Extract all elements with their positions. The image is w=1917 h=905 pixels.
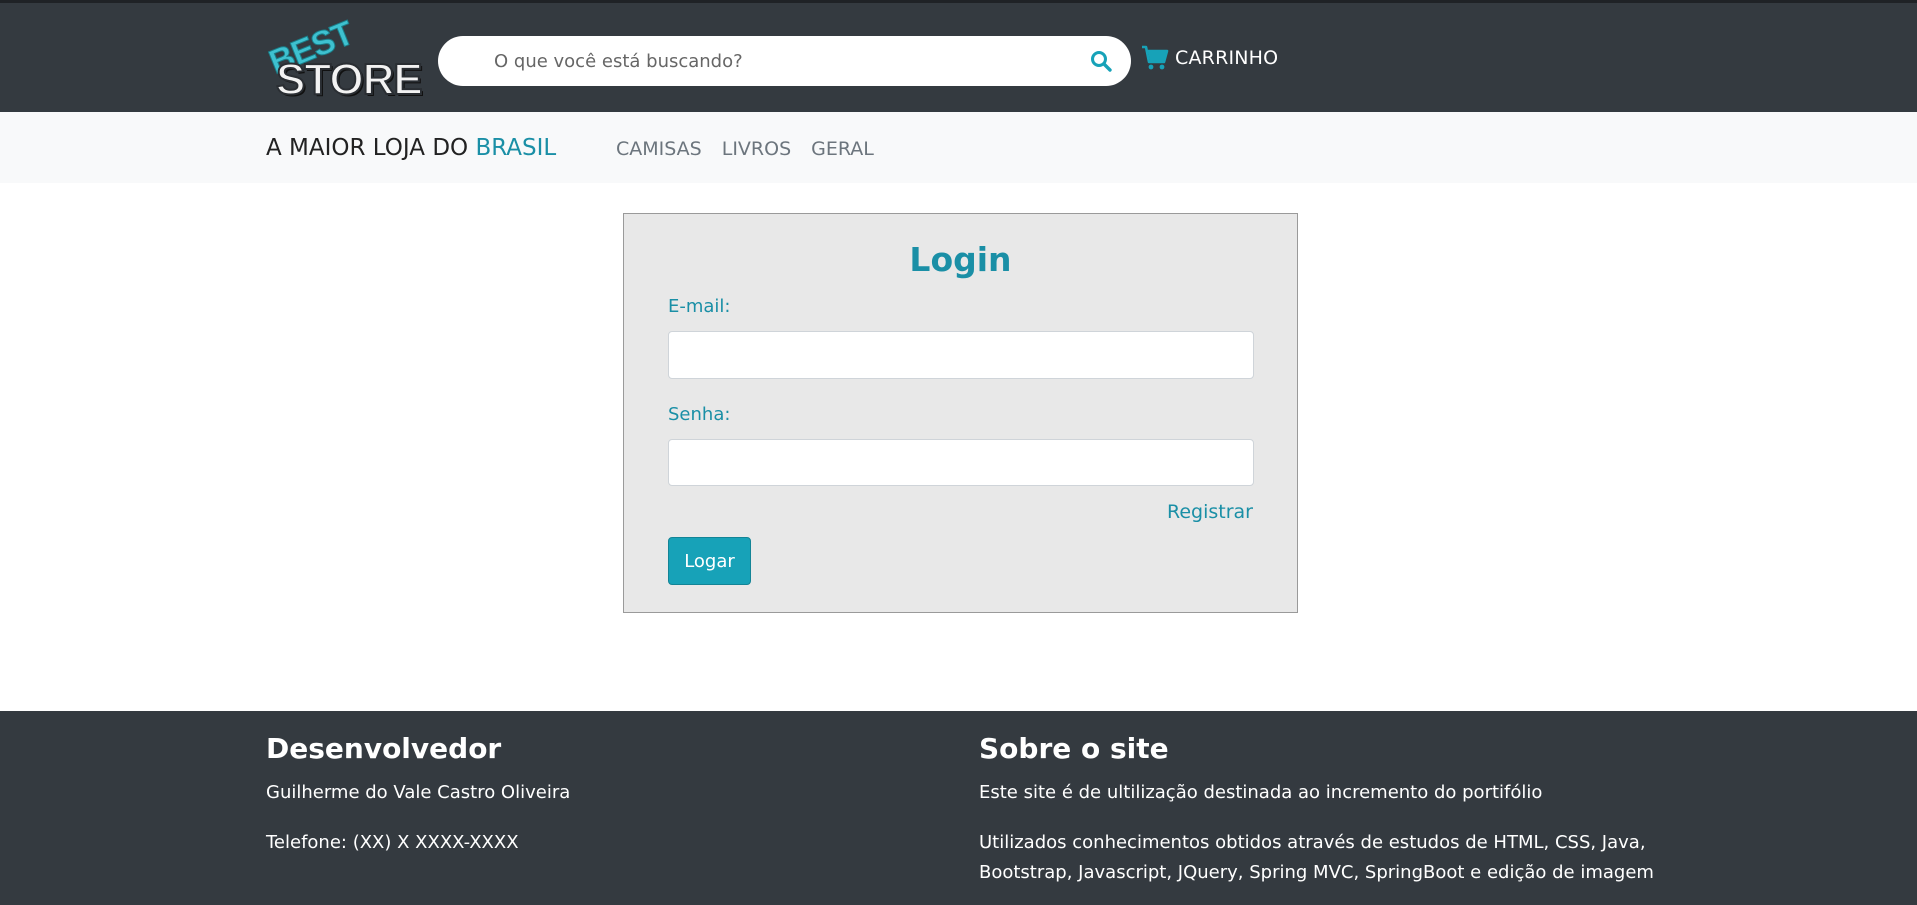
password-label: Senha: [668,404,731,425]
logo-text-store: STORE [275,54,424,105]
search-icon[interactable] [1089,49,1113,73]
nav-link-camisas[interactable]: CAMISAS [616,138,702,160]
best-store-logo[interactable]: BEST STORE [263,14,423,105]
register-link[interactable]: Registrar [1167,501,1253,523]
about-line-3: Bootstrap, Javascript, JQuery, Spring MV… [979,862,1654,883]
site-footer: Desenvolvedor Guilherme do Vale Castro O… [0,711,1917,905]
top-header: BEST STORE CARRINHO [0,0,1917,112]
developer-phone: Telefone: (XX) X XXXX-XXXX [266,832,519,853]
login-title: Login [909,240,1012,279]
login-card: Login E-mail: Senha: Registrar Logar [623,213,1298,613]
search-bar [438,36,1131,86]
password-field[interactable] [668,439,1254,486]
store-tagline: A MAIOR LOJA DO BRASIL [266,135,556,161]
cart-icon [1142,45,1169,70]
tagline-prefix: A MAIOR LOJA DO [266,135,476,161]
email-label: E-mail: [668,296,731,317]
nav-link-livros[interactable]: LIVROS [722,138,791,160]
about-line-2: Utilizados conhecimentos obtidos através… [979,832,1646,853]
category-links: CAMISAS LIVROS GERAL [616,138,874,160]
search-input[interactable] [494,36,1054,86]
nav-link-geral[interactable]: GERAL [811,138,874,160]
tagline-accent: BRASIL [475,135,557,161]
cart-label: CARRINHO [1175,47,1279,69]
developer-heading: Desenvolvedor [266,732,502,765]
about-line-1: Este site é de ultilização destinada ao … [979,782,1543,803]
login-button[interactable]: Logar [668,537,751,585]
category-nav: A MAIOR LOJA DO BRASIL CAMISAS LIVROS GE… [0,112,1917,183]
email-field[interactable] [668,331,1254,379]
about-heading: Sobre o site [979,732,1169,765]
developer-name: Guilherme do Vale Castro Oliveira [266,782,571,803]
cart-link[interactable]: CARRINHO [1141,43,1278,73]
